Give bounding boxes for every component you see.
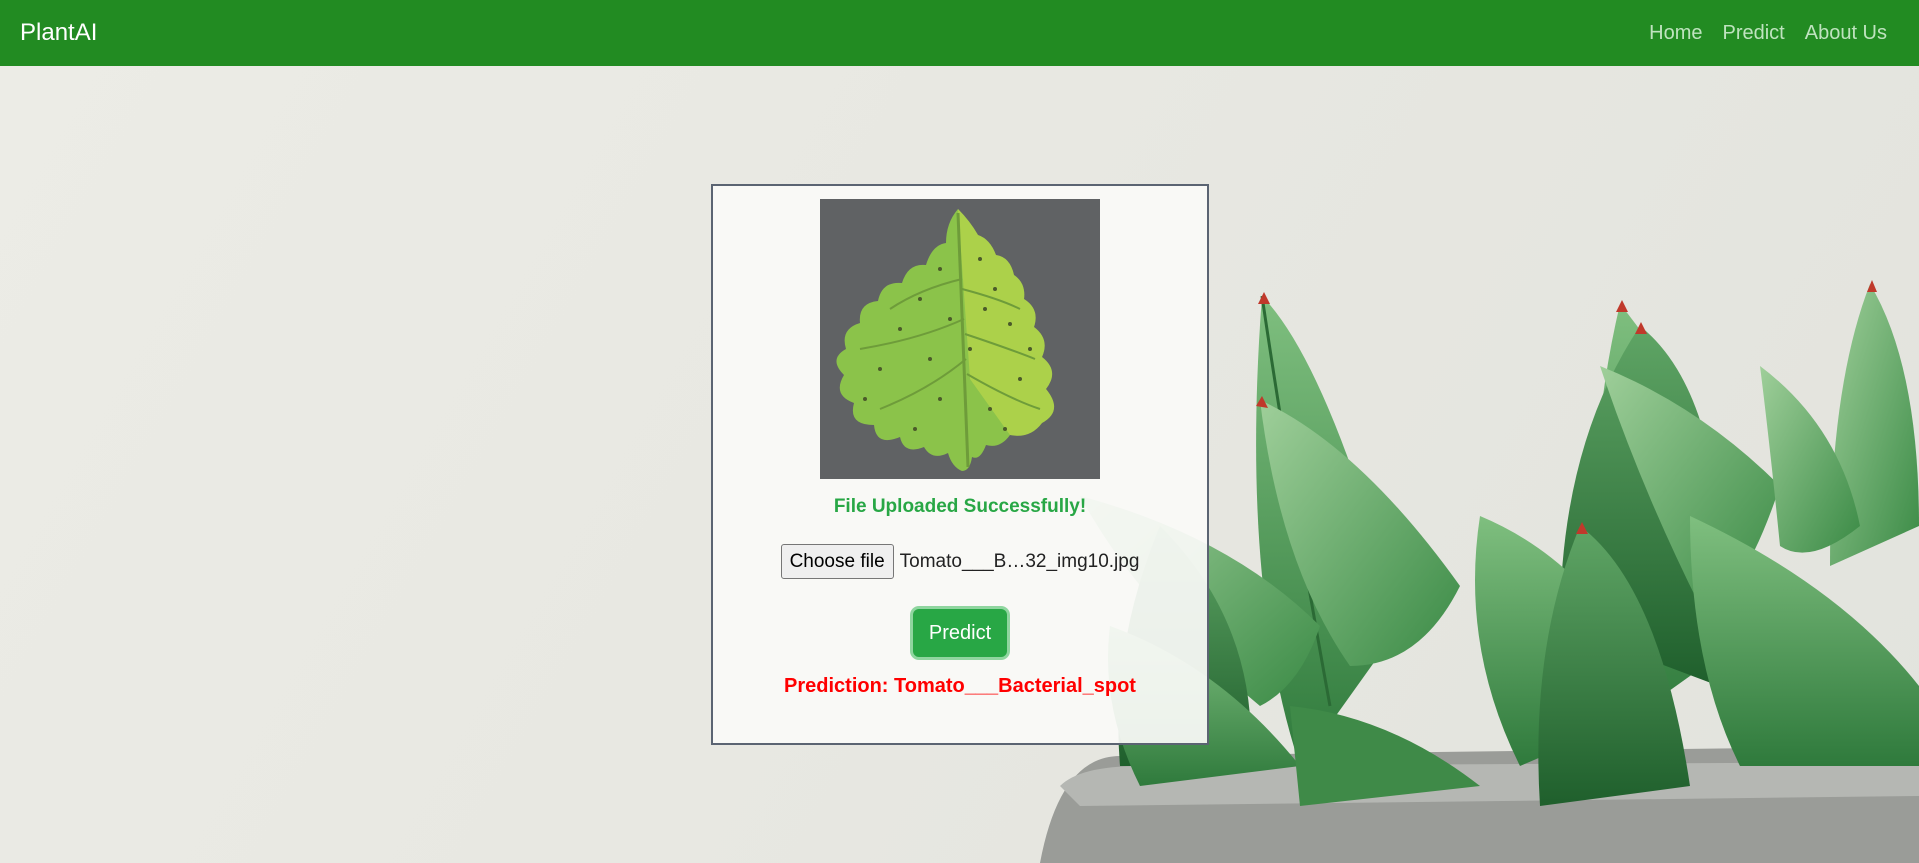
- nav-links: Home Predict About Us: [1649, 22, 1887, 45]
- nav-link-about-us[interactable]: About Us: [1805, 22, 1887, 45]
- navbar: PlantAI Home Predict About Us: [0, 0, 1919, 66]
- upload-status-message: File Uploaded Successfully!: [833, 496, 1087, 517]
- file-input: Choose file Tomato___B…32_img10.jpg: [780, 544, 1140, 579]
- nav-link-predict[interactable]: Predict: [1722, 22, 1784, 45]
- nav-link-home[interactable]: Home: [1649, 22, 1702, 45]
- choose-file-button[interactable]: Choose file: [780, 544, 894, 579]
- brand-logo[interactable]: PlantAI: [20, 19, 97, 47]
- leaf-image: [820, 199, 1100, 479]
- predict-button[interactable]: Predict: [913, 609, 1007, 657]
- prediction-result: Prediction: Tomato___Bacterial_spot: [784, 675, 1136, 697]
- selected-file-name: Tomato___B…32_img10.jpg: [899, 550, 1140, 572]
- upload-card: File Uploaded Successfully! Choose file …: [711, 184, 1209, 745]
